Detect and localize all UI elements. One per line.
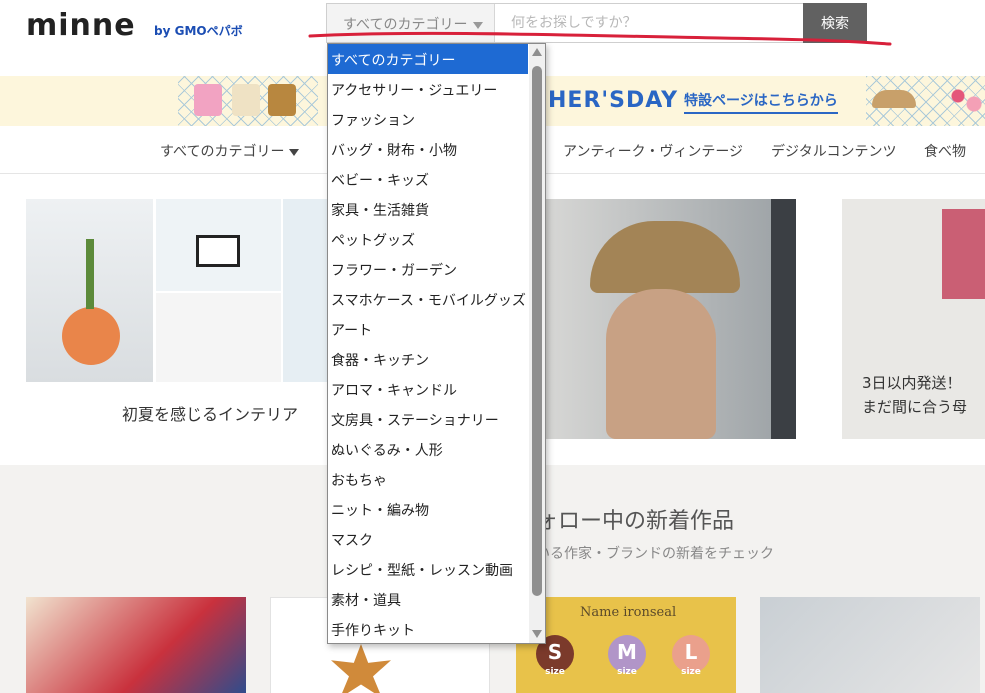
section-title: ォロー中の新着作品 xyxy=(536,509,735,534)
size-m-letter: M xyxy=(617,640,637,664)
dropdown-option[interactable]: アクセサリー・ジュエリー xyxy=(328,74,528,104)
minne-logo[interactable]: minne xyxy=(26,8,136,43)
product-card-envelopes[interactable] xyxy=(26,597,246,693)
dropdown-option[interactable]: 家具・生活雑貨 xyxy=(328,194,528,224)
interior-fabric-image[interactable] xyxy=(156,293,281,382)
dropdown-option[interactable]: 食器・キッチン xyxy=(328,344,528,374)
dropdown-option[interactable]: アロマ・キャンドル xyxy=(328,374,528,404)
interior-house-image[interactable] xyxy=(156,199,281,291)
shipping-caption[interactable]: 3日以内発送！ まだ間に合う母 xyxy=(862,371,967,419)
cap-shape xyxy=(590,221,740,293)
dropdown-option[interactable]: 文房具・ステーショナリー xyxy=(328,404,528,434)
scroll-down-arrow-icon[interactable] xyxy=(532,630,542,638)
dropdown-option[interactable]: すべてのカテゴリー xyxy=(328,44,528,74)
product-card-dinosaur-cards[interactable] xyxy=(760,597,980,693)
shipping-caption-line2: まだ間に合う母 xyxy=(862,398,968,416)
dropdown-option[interactable]: ペットグッズ xyxy=(328,224,528,254)
house-shape xyxy=(196,235,240,267)
dropdown-option[interactable]: マスク xyxy=(328,524,528,554)
dropdown-option[interactable]: バッグ・財布・小物 xyxy=(328,134,528,164)
banner-product-image xyxy=(194,84,222,116)
dropdown-scrollbar[interactable] xyxy=(529,44,545,643)
size-m-sub: size xyxy=(617,667,637,677)
gmo-pepabo-logo: by GMOペパボ xyxy=(154,24,243,38)
dropdown-option[interactable]: フラワー・ガーデン xyxy=(328,254,528,284)
dropdown-option[interactable]: 素材・道具 xyxy=(328,584,528,614)
size-m-badge: Msize xyxy=(608,635,646,677)
size-l-letter: L xyxy=(684,640,698,664)
product-card-ironseal[interactable]: Name ironseal Ssize Msize Lsize xyxy=(516,597,736,693)
size-s-letter: S xyxy=(547,640,563,664)
shipping-caption-line1: 3日以内発送！ xyxy=(862,374,962,392)
dropdown-option[interactable]: スマホケース・モバイルグッズ xyxy=(328,284,528,314)
dropdown-option[interactable]: レシピ・型紙・レッスン動画 xyxy=(328,554,528,584)
nav-item-food[interactable]: 食べ物 xyxy=(924,141,966,161)
chevron-down-icon xyxy=(289,148,300,156)
orange-vase-shape xyxy=(62,307,120,365)
banner-hat-image xyxy=(872,90,916,108)
nav-item-digital[interactable]: デジタルコンテンツ xyxy=(771,141,896,161)
interior-plant-image[interactable] xyxy=(26,199,153,382)
nav-all-categories[interactable]: すべてのカテゴリー xyxy=(160,141,300,161)
size-l-badge: Lsize xyxy=(672,635,710,677)
dropdown-option[interactable]: アート xyxy=(328,314,528,344)
scrollbar-thumb[interactable] xyxy=(532,66,542,596)
nav-item-antique[interactable]: アンティーク・ヴィンテージ xyxy=(563,141,743,161)
category-dropdown-list[interactable]: すべてのカテゴリー アクセサリー・ジュエリー ファッション バッグ・財布・小物 ベビー・… xyxy=(327,43,546,644)
window-frame-shape xyxy=(771,199,796,439)
banner-special-page-link[interactable]: 特設ページはこちらから xyxy=(684,90,838,114)
banner-flowers-image xyxy=(948,84,985,118)
dropdown-option[interactable]: おもちゃ xyxy=(328,464,528,494)
interior-caption[interactable]: 初夏を感じるインテリア xyxy=(122,401,298,425)
section-subtitle: いる作家・ブランドの新着をチェック xyxy=(536,546,774,562)
banner-product-image xyxy=(268,84,296,116)
size-s-sub: size xyxy=(545,667,565,677)
leaf-ornament-shape xyxy=(331,644,391,693)
dropdown-option[interactable]: ファッション xyxy=(328,104,528,134)
interior-macrame-image[interactable] xyxy=(283,199,327,382)
size-l-sub: size xyxy=(681,667,701,677)
ironseal-name: Name ironseal xyxy=(580,605,677,620)
banner-title: HER'SDAY xyxy=(548,88,679,113)
red-ribbon-shape xyxy=(942,209,985,299)
dropdown-option[interactable]: 手作りキット xyxy=(328,614,528,643)
face-shape xyxy=(606,289,716,439)
dropdown-option[interactable]: ニット・編み物 xyxy=(328,494,528,524)
cap-model-image[interactable] xyxy=(546,199,796,439)
scroll-up-arrow-icon[interactable] xyxy=(532,48,542,56)
plant-stem-shape xyxy=(86,239,94,309)
dropdown-option[interactable]: ぬいぐるみ・人形 xyxy=(328,434,528,464)
dropdown-option[interactable]: ベビー・キッズ xyxy=(328,164,528,194)
banner-product-image xyxy=(232,84,260,116)
nav-all-categories-label: すべてのカテゴリー xyxy=(160,144,285,160)
